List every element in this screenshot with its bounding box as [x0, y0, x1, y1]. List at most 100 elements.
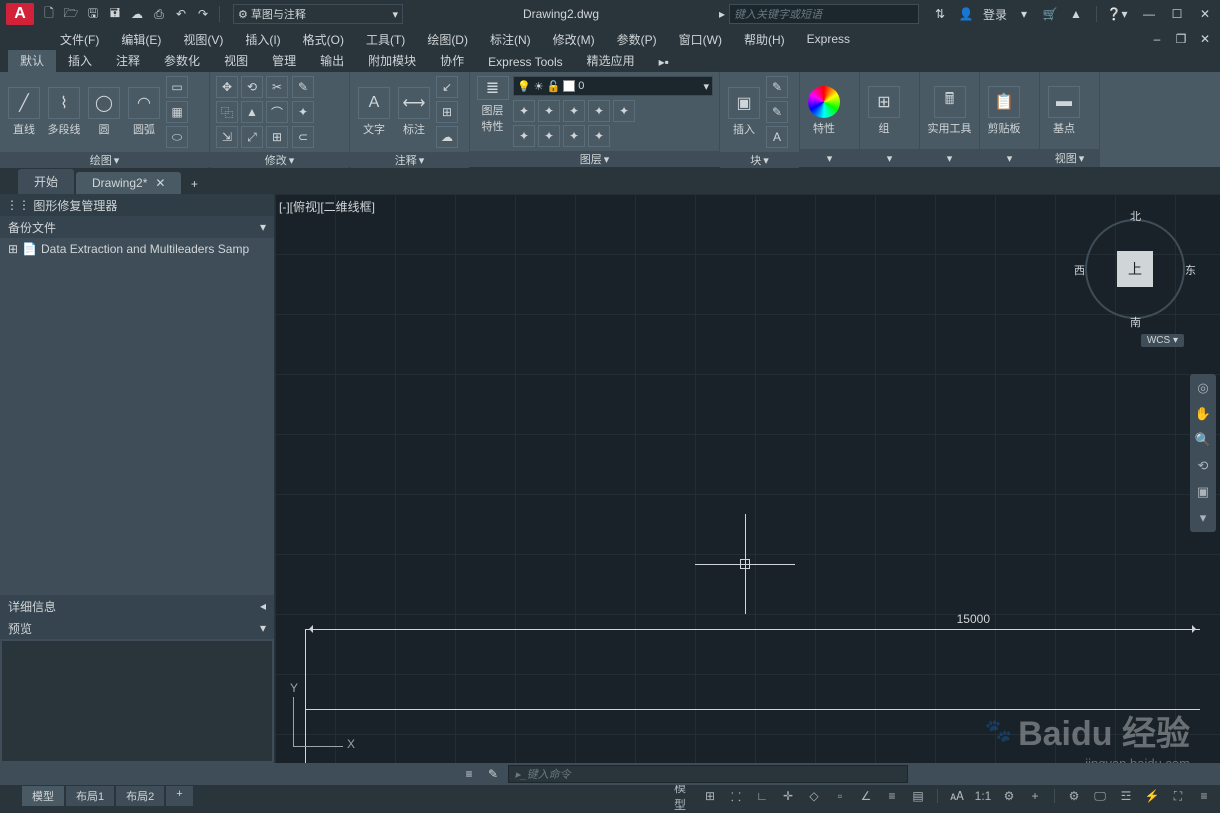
text-button[interactable]: A文字 [356, 83, 392, 141]
model-label[interactable]: 模型 [674, 787, 694, 805]
cloud-icon[interactable]: ☁ [436, 126, 458, 148]
layer-tool-icon[interactable]: ✦ [538, 100, 560, 122]
sidebar-file-item[interactable]: ⊞📄Data Extraction and Multileaders Samp [0, 238, 274, 260]
layer-tool-icon[interactable]: ✦ [538, 125, 560, 147]
new-icon[interactable]: 🗋 [40, 5, 58, 23]
dimension-button[interactable]: ⟷标注 [396, 83, 432, 141]
lineweight-icon[interactable]: ≡ [882, 787, 902, 805]
nav-more-icon[interactable]: ▾ [1193, 508, 1213, 528]
offset-icon[interactable]: ⊂ [292, 126, 314, 148]
tab-model[interactable]: 模型 [22, 786, 64, 806]
layer-tool-icon[interactable]: ✦ [588, 100, 610, 122]
isodraft-icon[interactable]: ◇ [804, 787, 824, 805]
menu-modify[interactable]: 修改(M) [543, 29, 605, 50]
viewport-label[interactable]: [-][俯视][二维线框] [279, 198, 375, 215]
array-icon[interactable]: ⊞ [266, 126, 288, 148]
mdi-close-icon[interactable]: ✕ [1196, 30, 1214, 48]
tab-insert[interactable]: 插入 [56, 49, 104, 72]
ellipse-icon[interactable]: ⬭ [166, 126, 188, 148]
menu-format[interactable]: 格式(O) [293, 29, 354, 50]
web-save-icon[interactable]: ☁ [128, 5, 146, 23]
hatch-icon[interactable]: ▦ [166, 101, 188, 123]
panel-util-title[interactable]: ▾ [920, 149, 979, 167]
clipboard-button[interactable]: 📋剪贴板 [986, 82, 1022, 140]
explode-icon[interactable]: ✦ [292, 101, 314, 123]
menu-draw[interactable]: 绘图(D) [417, 29, 478, 50]
erase-icon[interactable]: ✎ [292, 76, 314, 98]
viewcube-east[interactable]: 东 [1185, 262, 1196, 278]
zoom-icon[interactable]: 🔍 [1193, 430, 1213, 450]
close-tab-icon[interactable]: ✕ [155, 176, 165, 190]
panel-annotate-title[interactable]: 注释 ▾ [350, 152, 469, 168]
cleanscreen-icon[interactable]: ⛶ [1168, 787, 1188, 805]
tab-annotate[interactable]: 注释 [104, 49, 152, 72]
otrack-icon[interactable]: ∠ [856, 787, 876, 805]
app-logo[interactable]: A [6, 3, 34, 25]
viewcube-top-face[interactable]: 上 [1117, 251, 1153, 287]
saveas-icon[interactable]: 🖬 [106, 5, 124, 23]
hardware-icon[interactable]: ⚡ [1142, 787, 1162, 805]
panel-view-title[interactable]: 视图 ▾ [1040, 149, 1099, 167]
layer-tool-icon[interactable]: ✦ [613, 100, 635, 122]
gear-icon[interactable]: ⚙ [999, 787, 1019, 805]
tab-layout1[interactable]: 布局1 [66, 786, 114, 806]
transparency-icon[interactable]: ▤ [908, 787, 928, 805]
doc-tab-drawing[interactable]: Drawing2*✕ [76, 172, 181, 194]
ortho-icon[interactable]: ∟ [752, 787, 772, 805]
minimize-icon[interactable]: — [1140, 5, 1158, 23]
wheel-icon[interactable]: ◎ [1193, 378, 1213, 398]
tab-express[interactable]: Express Tools [476, 52, 574, 72]
attribute-icon[interactable]: A [766, 126, 788, 148]
isoview-icon[interactable]: ☲ [1116, 787, 1136, 805]
panel-layers-title[interactable]: 图层 ▾ [470, 151, 719, 167]
doc-tab-start[interactable]: 开始 [18, 169, 74, 194]
tab-default[interactable]: 默认 [8, 49, 56, 72]
fillet-icon[interactable]: ⌒ [266, 101, 288, 123]
mdi-minimize-icon[interactable]: – [1148, 30, 1166, 48]
connectivity-icon[interactable]: ⇅ [931, 5, 949, 23]
mirror-icon[interactable]: ▲ [241, 101, 263, 123]
menu-dimension[interactable]: 标注(N) [480, 29, 541, 50]
close-icon[interactable]: ✕ [1196, 5, 1214, 23]
snap-icon[interactable]: ⸬ [726, 787, 746, 805]
menu-insert[interactable]: 插入(I) [235, 29, 290, 50]
panel-draw-title[interactable]: 绘图 ▾ [0, 152, 209, 168]
polar-icon[interactable]: ✛ [778, 787, 798, 805]
tab-manage[interactable]: 管理 [260, 49, 308, 72]
grid-icon[interactable]: ⊞ [700, 787, 720, 805]
mdi-restore-icon[interactable]: ❐ [1172, 30, 1190, 48]
scale-label[interactable]: 1:1 [973, 787, 993, 805]
tab-featured[interactable]: 精选应用 [575, 49, 647, 72]
table-icon[interactable]: ⊞ [436, 101, 458, 123]
leader-icon[interactable]: ↙ [436, 76, 458, 98]
layer-tool-icon[interactable]: ✦ [588, 125, 610, 147]
chevron-down-icon[interactable]: ▾ [1015, 5, 1033, 23]
tab-collaborate[interactable]: 协作 [428, 49, 476, 72]
cmd-history-icon[interactable]: ≡ [460, 765, 478, 783]
login-label[interactable]: 登录 [983, 6, 1007, 23]
wcs-badge[interactable]: WCS ▾ [1141, 334, 1184, 347]
utilities-button[interactable]: 🖩实用工具 [926, 82, 973, 140]
viewcube-west[interactable]: 西 [1074, 262, 1085, 278]
polyline-button[interactable]: ⌇多段线 [46, 83, 82, 141]
tab-layout2[interactable]: 布局2 [116, 786, 164, 806]
customize-icon[interactable]: ≡ [1194, 787, 1214, 805]
line-button[interactable]: ╱直线 [6, 83, 42, 141]
viewcube-south[interactable]: 南 [1130, 314, 1141, 330]
circle-button[interactable]: ◯圆 [86, 83, 122, 141]
orbit-icon[interactable]: ⟲ [1193, 456, 1213, 476]
menu-help[interactable]: 帮助(H) [734, 29, 795, 50]
layer-properties-button[interactable]: ≣图层 特性 [476, 76, 509, 134]
panel-clip-title[interactable]: ▾ [980, 149, 1039, 167]
osnap-icon[interactable]: ▫ [830, 787, 850, 805]
tab-addins[interactable]: 附加模块 [356, 49, 428, 72]
redo-icon[interactable]: ↷ [194, 5, 212, 23]
layer-tool-icon[interactable]: ✦ [513, 125, 535, 147]
user-icon[interactable]: 👤 [957, 5, 975, 23]
plus-icon[interactable]: + [1025, 787, 1045, 805]
menu-file[interactable]: 文件(F) [50, 29, 109, 50]
tab-extra-icon[interactable]: ▸▪ [647, 52, 681, 72]
showmotion-icon[interactable]: ▣ [1193, 482, 1213, 502]
search-input[interactable]: 键入关键字或短语 [729, 4, 919, 24]
stretch-icon[interactable]: ⇲ [216, 126, 238, 148]
